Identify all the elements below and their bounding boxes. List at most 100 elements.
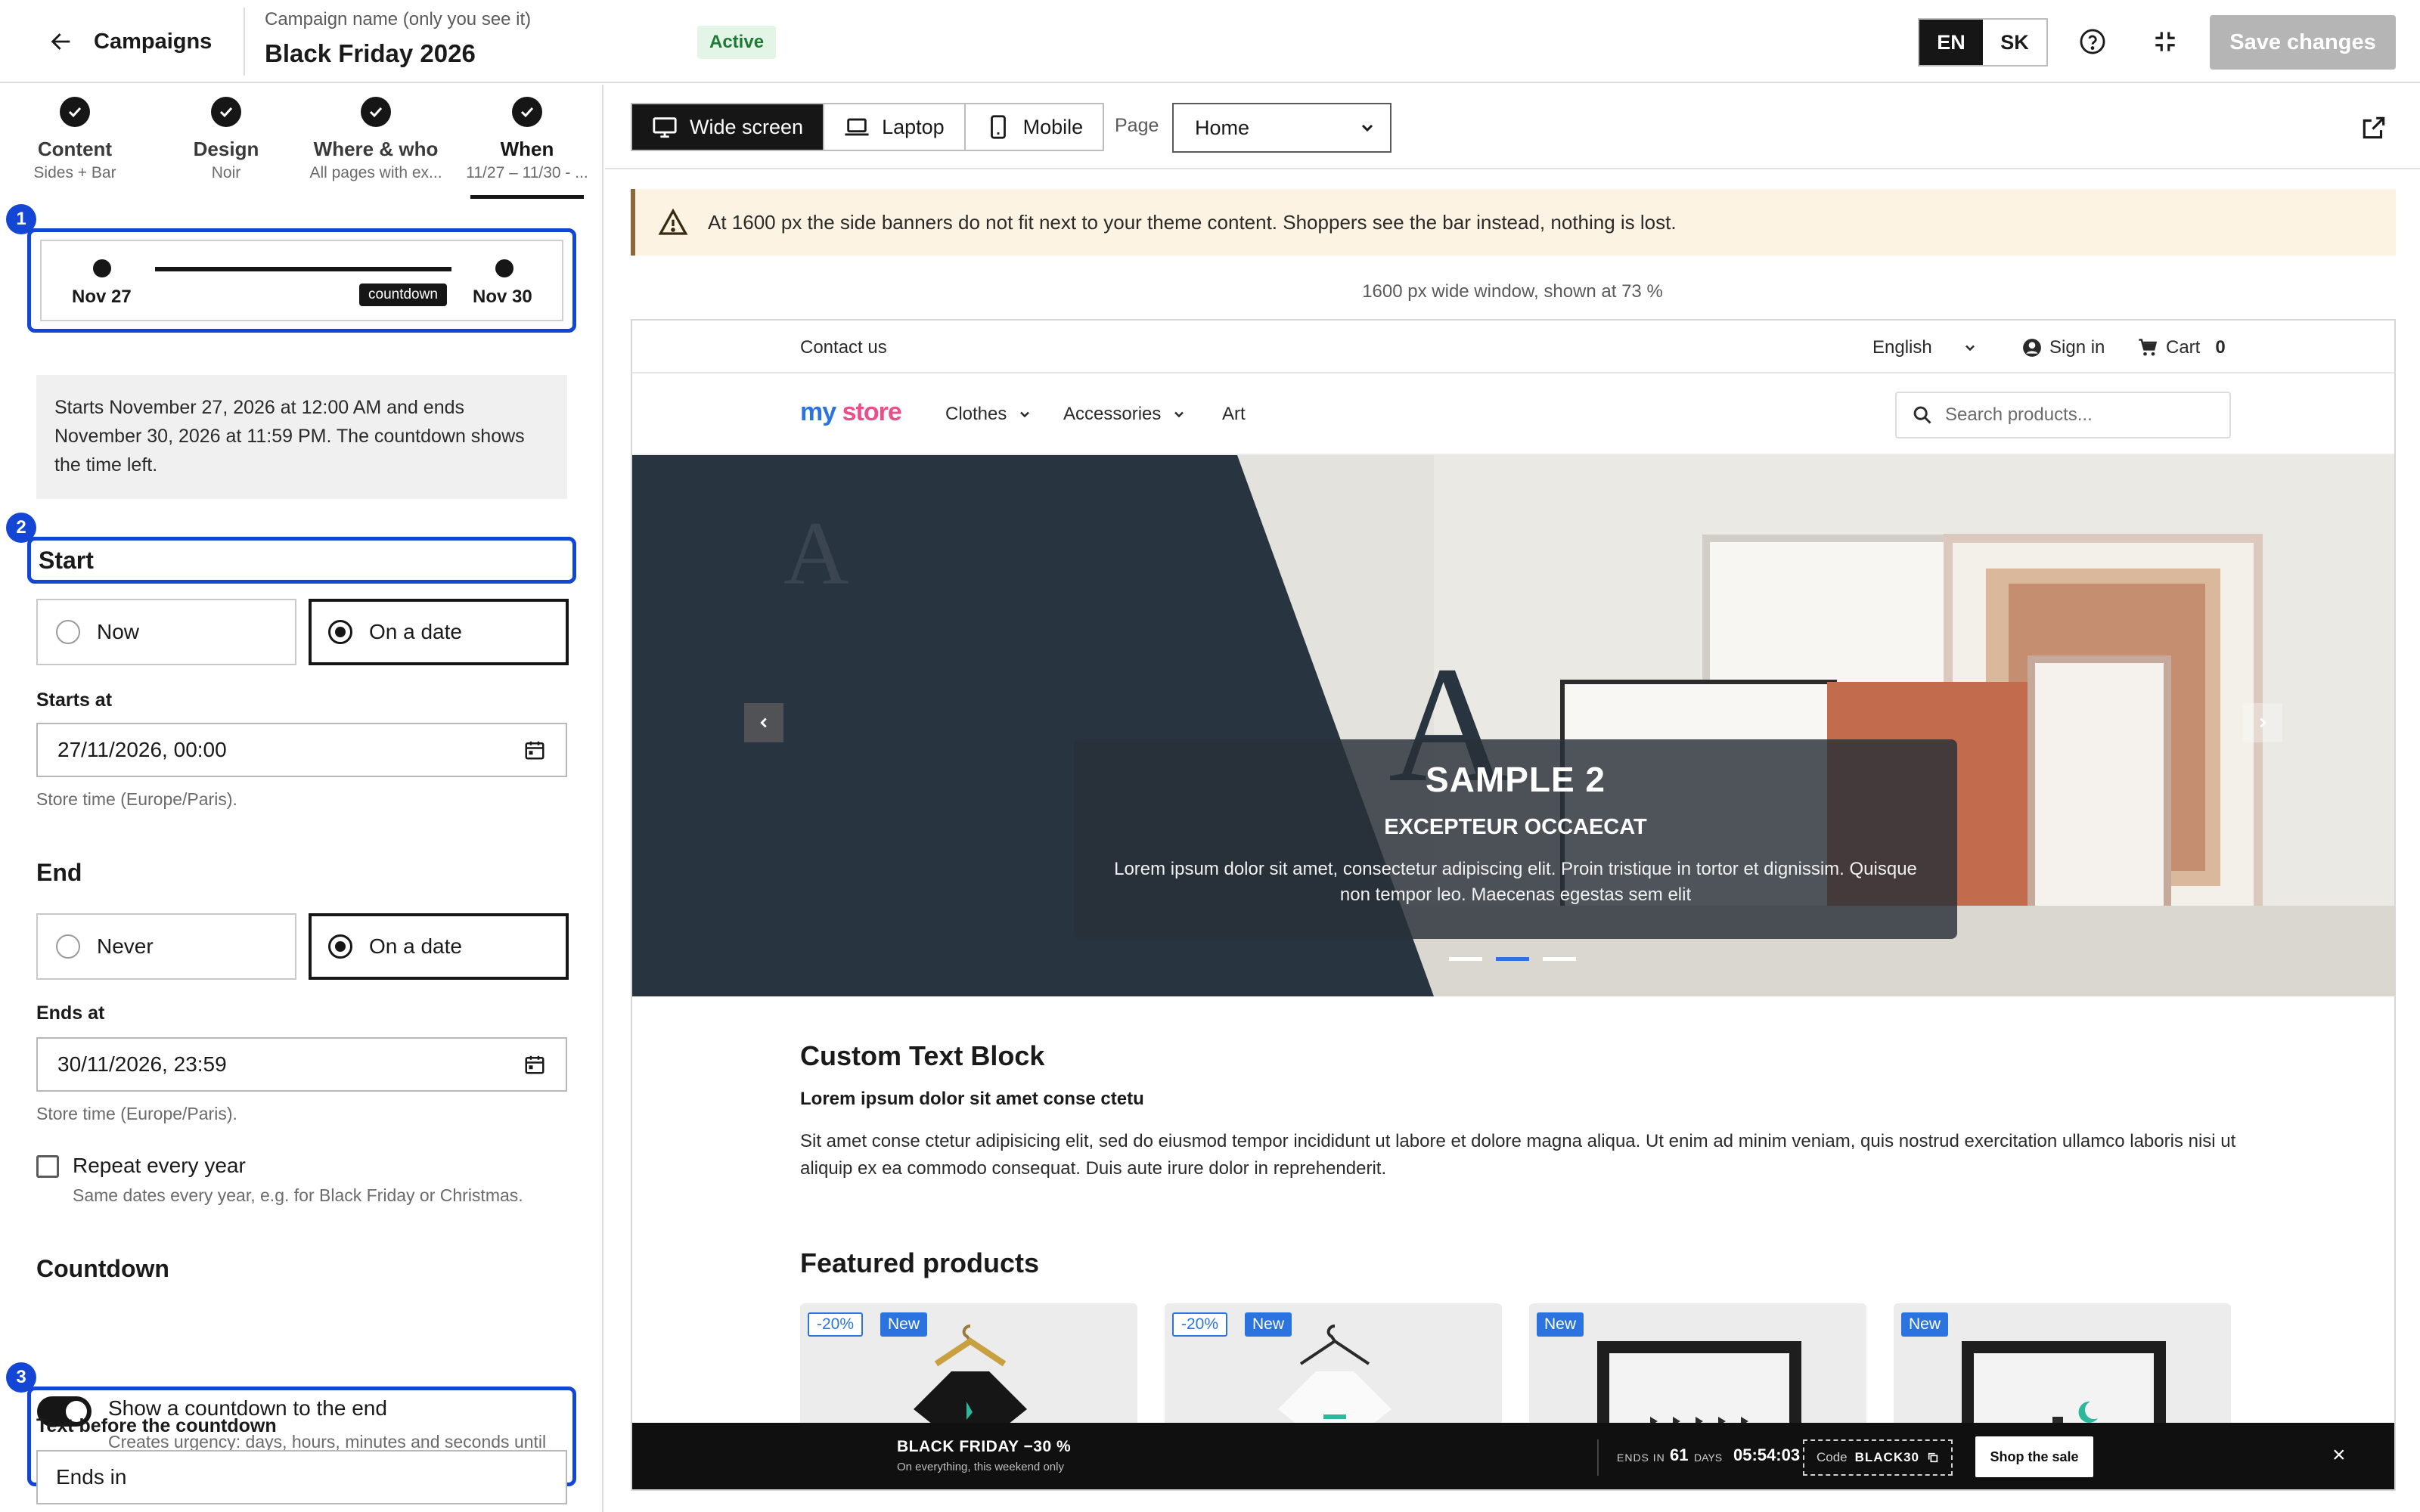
device-mobile-button[interactable]: Mobile <box>966 104 1103 150</box>
sale-bar-subtitle: On everything, this weekend only <box>897 1461 1064 1473</box>
open-preview-button[interactable] <box>2353 107 2394 148</box>
chevron-right-icon <box>2260 717 2266 728</box>
step-title: Design <box>193 138 259 160</box>
step-marker-2: 2 <box>6 513 36 543</box>
copy-icon <box>1928 1452 1938 1463</box>
nav-clothes[interactable]: Clothes <box>945 404 1032 425</box>
language-switcher: EN SK <box>1918 18 2048 67</box>
step-title: When <box>500 138 554 160</box>
hero-caption: SAMPLE 2 EXCEPTEUR OCCAECAT Lorem ipsum … <box>1074 739 1957 939</box>
store-preview-frame: Contact us English Sign in Cart 0 my sto… <box>631 319 2396 1491</box>
logo-part-my: my <box>800 398 836 426</box>
ends-at-value: 30/11/2026, 23:59 <box>57 1052 227 1076</box>
custom-text-block-lead: Lorem ipsum dolor sit amet conse ctetu <box>800 1089 1144 1109</box>
campaign-name-field[interactable]: Black Friday 2026 <box>265 39 476 68</box>
logo-part-store: store <box>842 398 902 426</box>
countdown-badge: countdown <box>359 284 447 306</box>
device-label: Mobile <box>1022 115 1084 138</box>
settings-panel: Content Sides + Bar Design Noir Where & … <box>0 85 603 1512</box>
help-circle-icon <box>2080 29 2105 54</box>
device-label: Wide screen <box>690 115 804 138</box>
device-laptop-button[interactable]: Laptop <box>824 104 966 150</box>
divider <box>1597 1439 1599 1476</box>
calendar-icon[interactable] <box>523 1053 546 1076</box>
page-select[interactable]: Home <box>1172 103 1392 153</box>
new-badge: New <box>1901 1312 1949 1337</box>
preview-caption: 1600 px wide window, shown at 73 % <box>1362 281 1663 302</box>
collapse-button[interactable] <box>2145 21 2186 62</box>
cart-link[interactable]: Cart 0 <box>2137 337 2226 358</box>
warning-triangle-icon <box>658 208 688 235</box>
close-icon[interactable]: × <box>2332 1442 2346 1468</box>
end-on-date-option[interactable]: On a date <box>309 913 569 980</box>
language-en-button[interactable]: EN <box>1919 20 1983 65</box>
tab-content[interactable]: Content Sides + Bar <box>7 97 143 182</box>
start-now-option[interactable]: Now <box>36 599 296 665</box>
tab-design[interactable]: Design Noir <box>158 97 294 182</box>
step-title: Content <box>37 138 113 160</box>
repeat-yearly-checkbox[interactable] <box>36 1155 59 1178</box>
step-marker-3: 3 <box>6 1362 36 1393</box>
timeline-start-label: Nov 27 <box>72 287 132 307</box>
cart-label: Cart <box>2166 337 2201 358</box>
minimize-icon <box>2155 32 2175 51</box>
countdown-days-label: DAYS <box>1694 1452 1723 1464</box>
back-label: Campaigns <box>94 29 213 54</box>
hero-dot[interactable] <box>1543 957 1576 961</box>
starts-at-input[interactable]: 27/11/2026, 00:00 <box>36 723 567 777</box>
end-never-option[interactable]: Never <box>36 913 296 980</box>
nav-accessories[interactable]: Accessories <box>1063 404 1187 425</box>
hero-prev-button[interactable] <box>744 703 783 742</box>
arrow-left-icon <box>51 33 70 50</box>
device-wide-screen-button[interactable]: Wide screen <box>632 104 825 150</box>
smartphone-icon <box>990 115 1006 139</box>
back-to-campaigns-button[interactable]: Campaigns <box>48 23 212 60</box>
save-changes-button[interactable]: Save changes <box>2210 15 2396 70</box>
starts-at-value: 27/11/2026, 00:00 <box>57 738 227 761</box>
sign-in-link[interactable]: Sign in <box>2022 337 2105 358</box>
language-select[interactable]: English <box>1872 337 1978 358</box>
store-logo[interactable]: my store <box>800 398 902 427</box>
hero-slider: A A SAMPLE 2 EXCEPTEUR OCCAECAT Lorem ip… <box>632 455 2394 996</box>
start-on-date-option[interactable]: On a date <box>309 599 569 665</box>
store-search-input[interactable]: Search products... <box>1895 392 2231 438</box>
hero-dot-active[interactable] <box>1496 957 1529 961</box>
timeline[interactable]: Nov 27 countdown Nov 30 <box>40 240 563 321</box>
ends-at-label: Ends at <box>36 1002 105 1024</box>
radio-selected-icon <box>328 934 352 959</box>
hero-next-button[interactable] <box>2243 703 2282 742</box>
end-title: End <box>36 859 82 886</box>
store-nav: my store Clothes Accessories Art Search … <box>632 375 2394 455</box>
text-before-countdown-input[interactable]: Ends in <box>36 1450 567 1504</box>
tab-when[interactable]: When 11/27 – 11/30 - ... <box>459 97 595 182</box>
external-link-icon <box>2363 116 2385 139</box>
chevron-down-icon <box>1174 411 1184 418</box>
monitor-icon <box>653 117 677 138</box>
nav-art[interactable]: Art <box>1222 404 1246 425</box>
chevron-down-icon <box>1361 124 1373 132</box>
help-button[interactable] <box>2072 21 2113 62</box>
contact-us-link[interactable]: Contact us <box>800 337 887 358</box>
campaign-name-hint: Campaign name (only you see it) <box>265 9 532 29</box>
timeline-end-label: Nov 30 <box>473 287 532 307</box>
ends-at-input[interactable]: 30/11/2026, 23:59 <box>36 1037 567 1092</box>
shop-the-sale-button[interactable]: Shop the sale <box>1975 1436 2093 1477</box>
calendar-icon[interactable] <box>523 739 546 761</box>
step-subtitle: Noir <box>211 164 241 181</box>
coupon-code-button[interactable]: Code BLACK30 <box>1803 1439 1953 1476</box>
hero-dot[interactable] <box>1449 957 1482 961</box>
new-badge: New <box>1537 1312 1584 1337</box>
schedule-summary: Starts November 27, 2026 at 12:00 AM and… <box>36 375 567 499</box>
language-sk-button[interactable]: SK <box>1983 20 2046 65</box>
page-select-label: Page <box>1115 115 1159 136</box>
check-icon <box>211 97 241 127</box>
user-circle-icon <box>2023 339 2041 357</box>
coupon-code-label: Code <box>1816 1450 1848 1464</box>
discount-badge: -20% <box>1172 1312 1228 1337</box>
chevron-left-icon <box>760 717 767 728</box>
chevron-down-icon <box>1965 345 1975 352</box>
option-label: Now <box>97 620 140 643</box>
start-title: Start <box>39 546 94 574</box>
repeat-yearly-label: Repeat every year <box>73 1154 246 1177</box>
tab-where-who[interactable]: Where & who All pages with ex... <box>308 97 444 182</box>
